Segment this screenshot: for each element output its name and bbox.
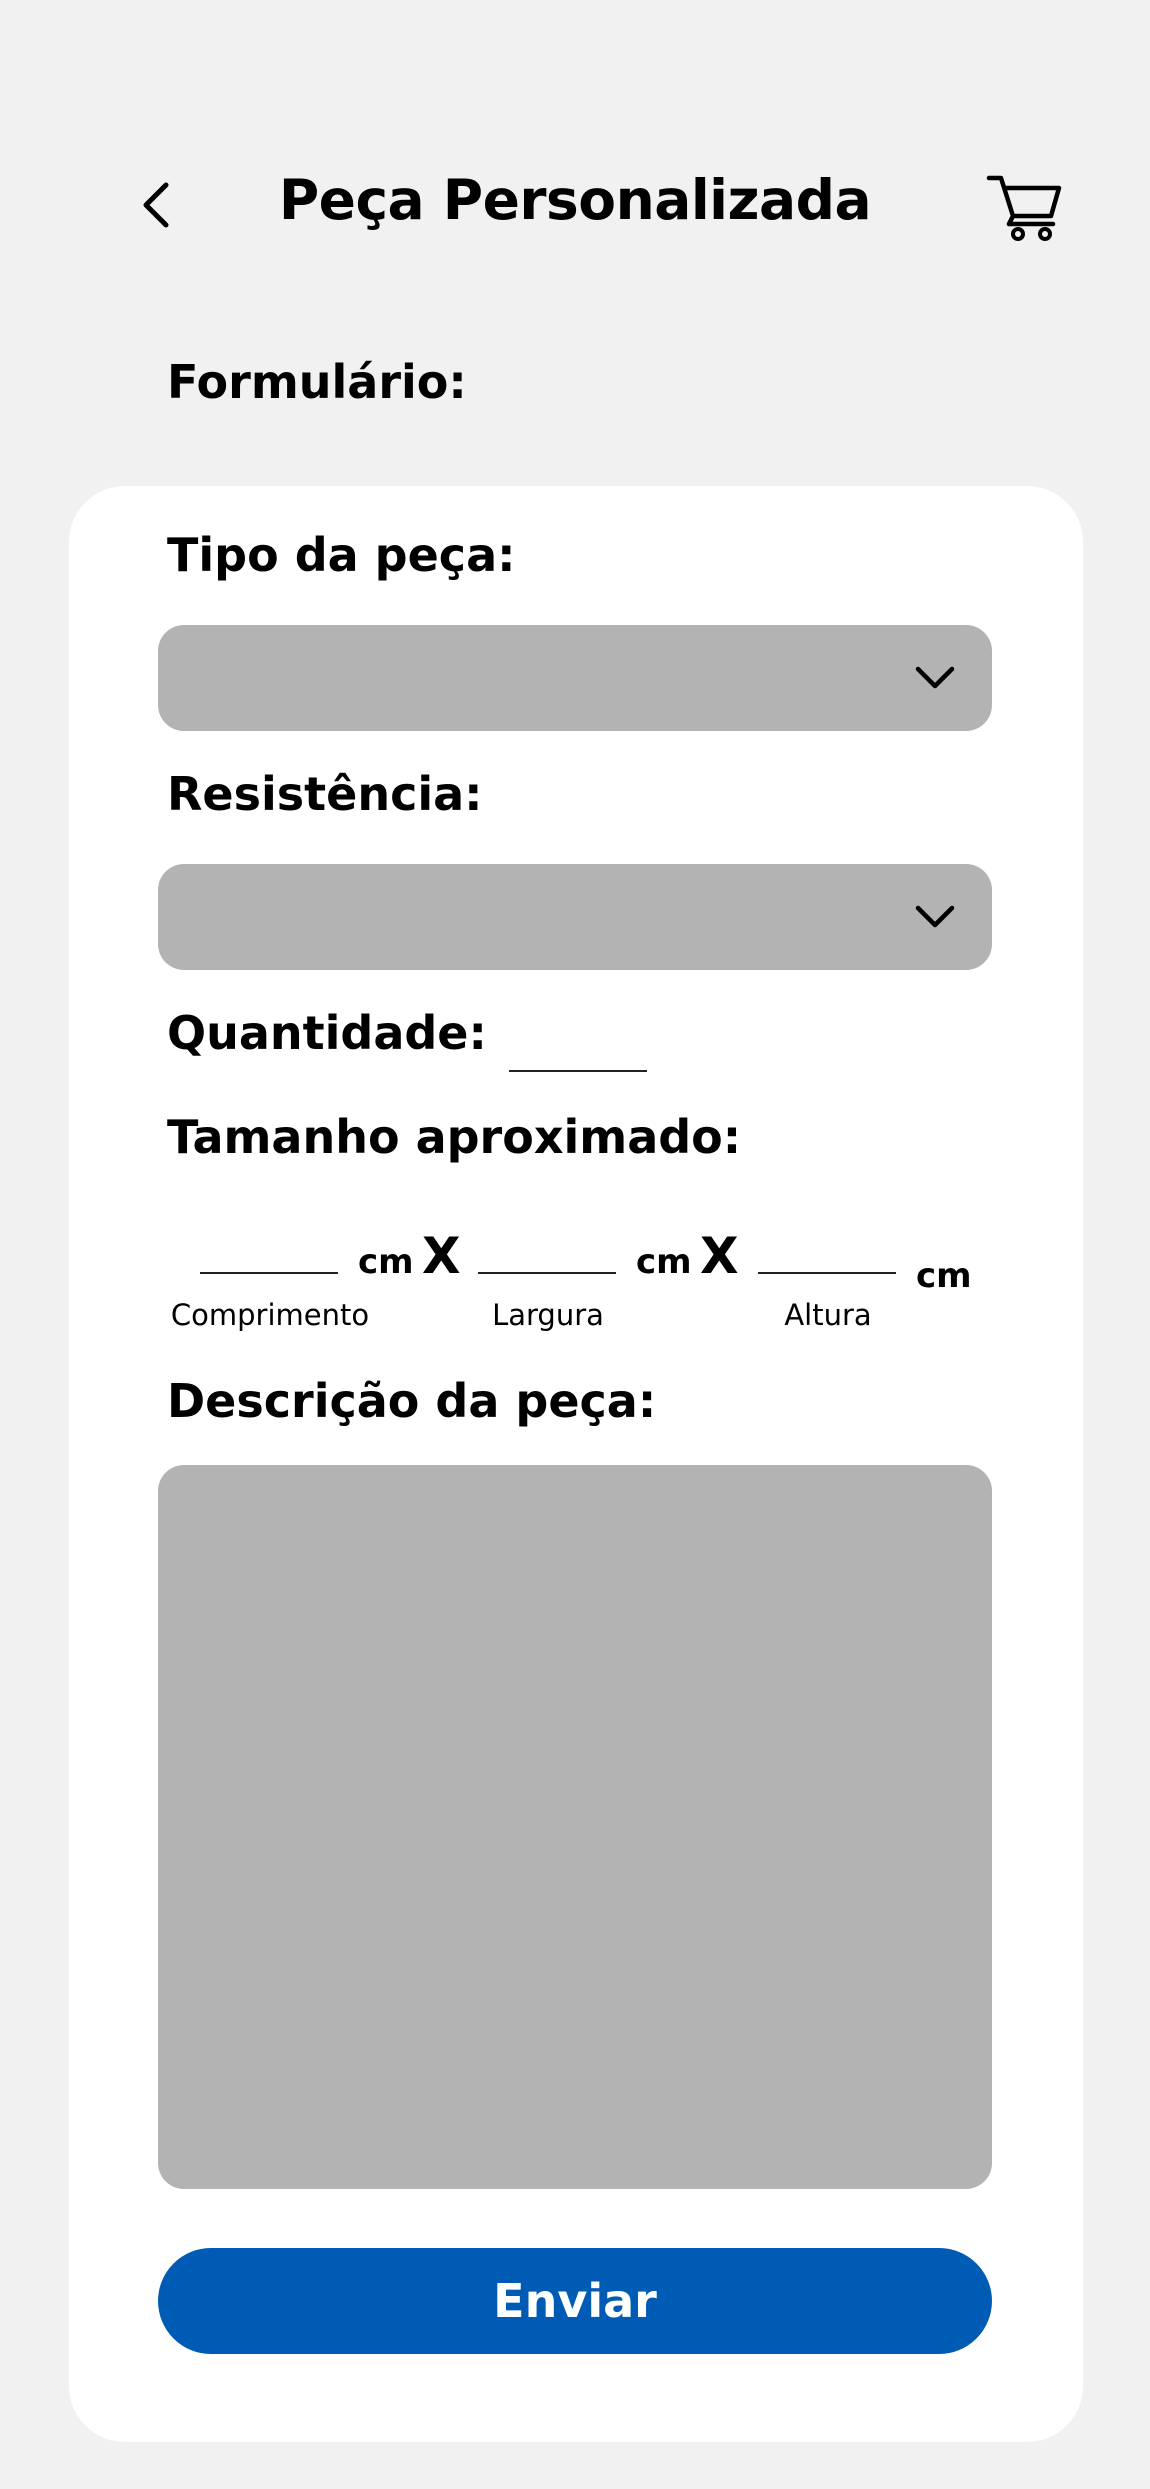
chevron-down-icon — [915, 905, 955, 928]
width-unit: cm — [636, 1242, 692, 1282]
width-input[interactable] — [478, 1272, 616, 1274]
chevron-down-icon — [915, 666, 955, 689]
page-title: Peça Personalizada — [278, 168, 872, 232]
form-heading: Formulário: — [167, 355, 467, 409]
submit-button[interactable]: Enviar — [158, 2248, 992, 2354]
quantity-input[interactable] — [509, 1070, 647, 1072]
height-input[interactable] — [758, 1272, 896, 1274]
piece-type-select[interactable] — [158, 625, 992, 731]
times-sign: X — [700, 1227, 739, 1285]
height-unit: cm — [916, 1256, 972, 1296]
size-label: Tamanho aproximado: — [167, 1110, 742, 1164]
resistance-select[interactable] — [158, 864, 992, 970]
shopping-cart-icon — [986, 175, 1062, 241]
description-label: Descrição da peça: — [167, 1374, 657, 1428]
width-caption: Largura — [492, 1298, 604, 1332]
times-sign: X — [422, 1227, 461, 1285]
piece-type-label: Tipo da peça: — [167, 528, 516, 582]
length-input[interactable] — [200, 1272, 338, 1274]
length-unit: cm — [358, 1242, 414, 1282]
height-caption: Altura — [784, 1298, 872, 1332]
length-caption: Comprimento — [170, 1298, 370, 1332]
quantity-label: Quantidade: — [167, 1006, 487, 1060]
cart-button[interactable] — [985, 168, 1065, 243]
resistance-label: Resistência: — [167, 767, 483, 821]
description-textarea[interactable] — [158, 1465, 992, 2189]
